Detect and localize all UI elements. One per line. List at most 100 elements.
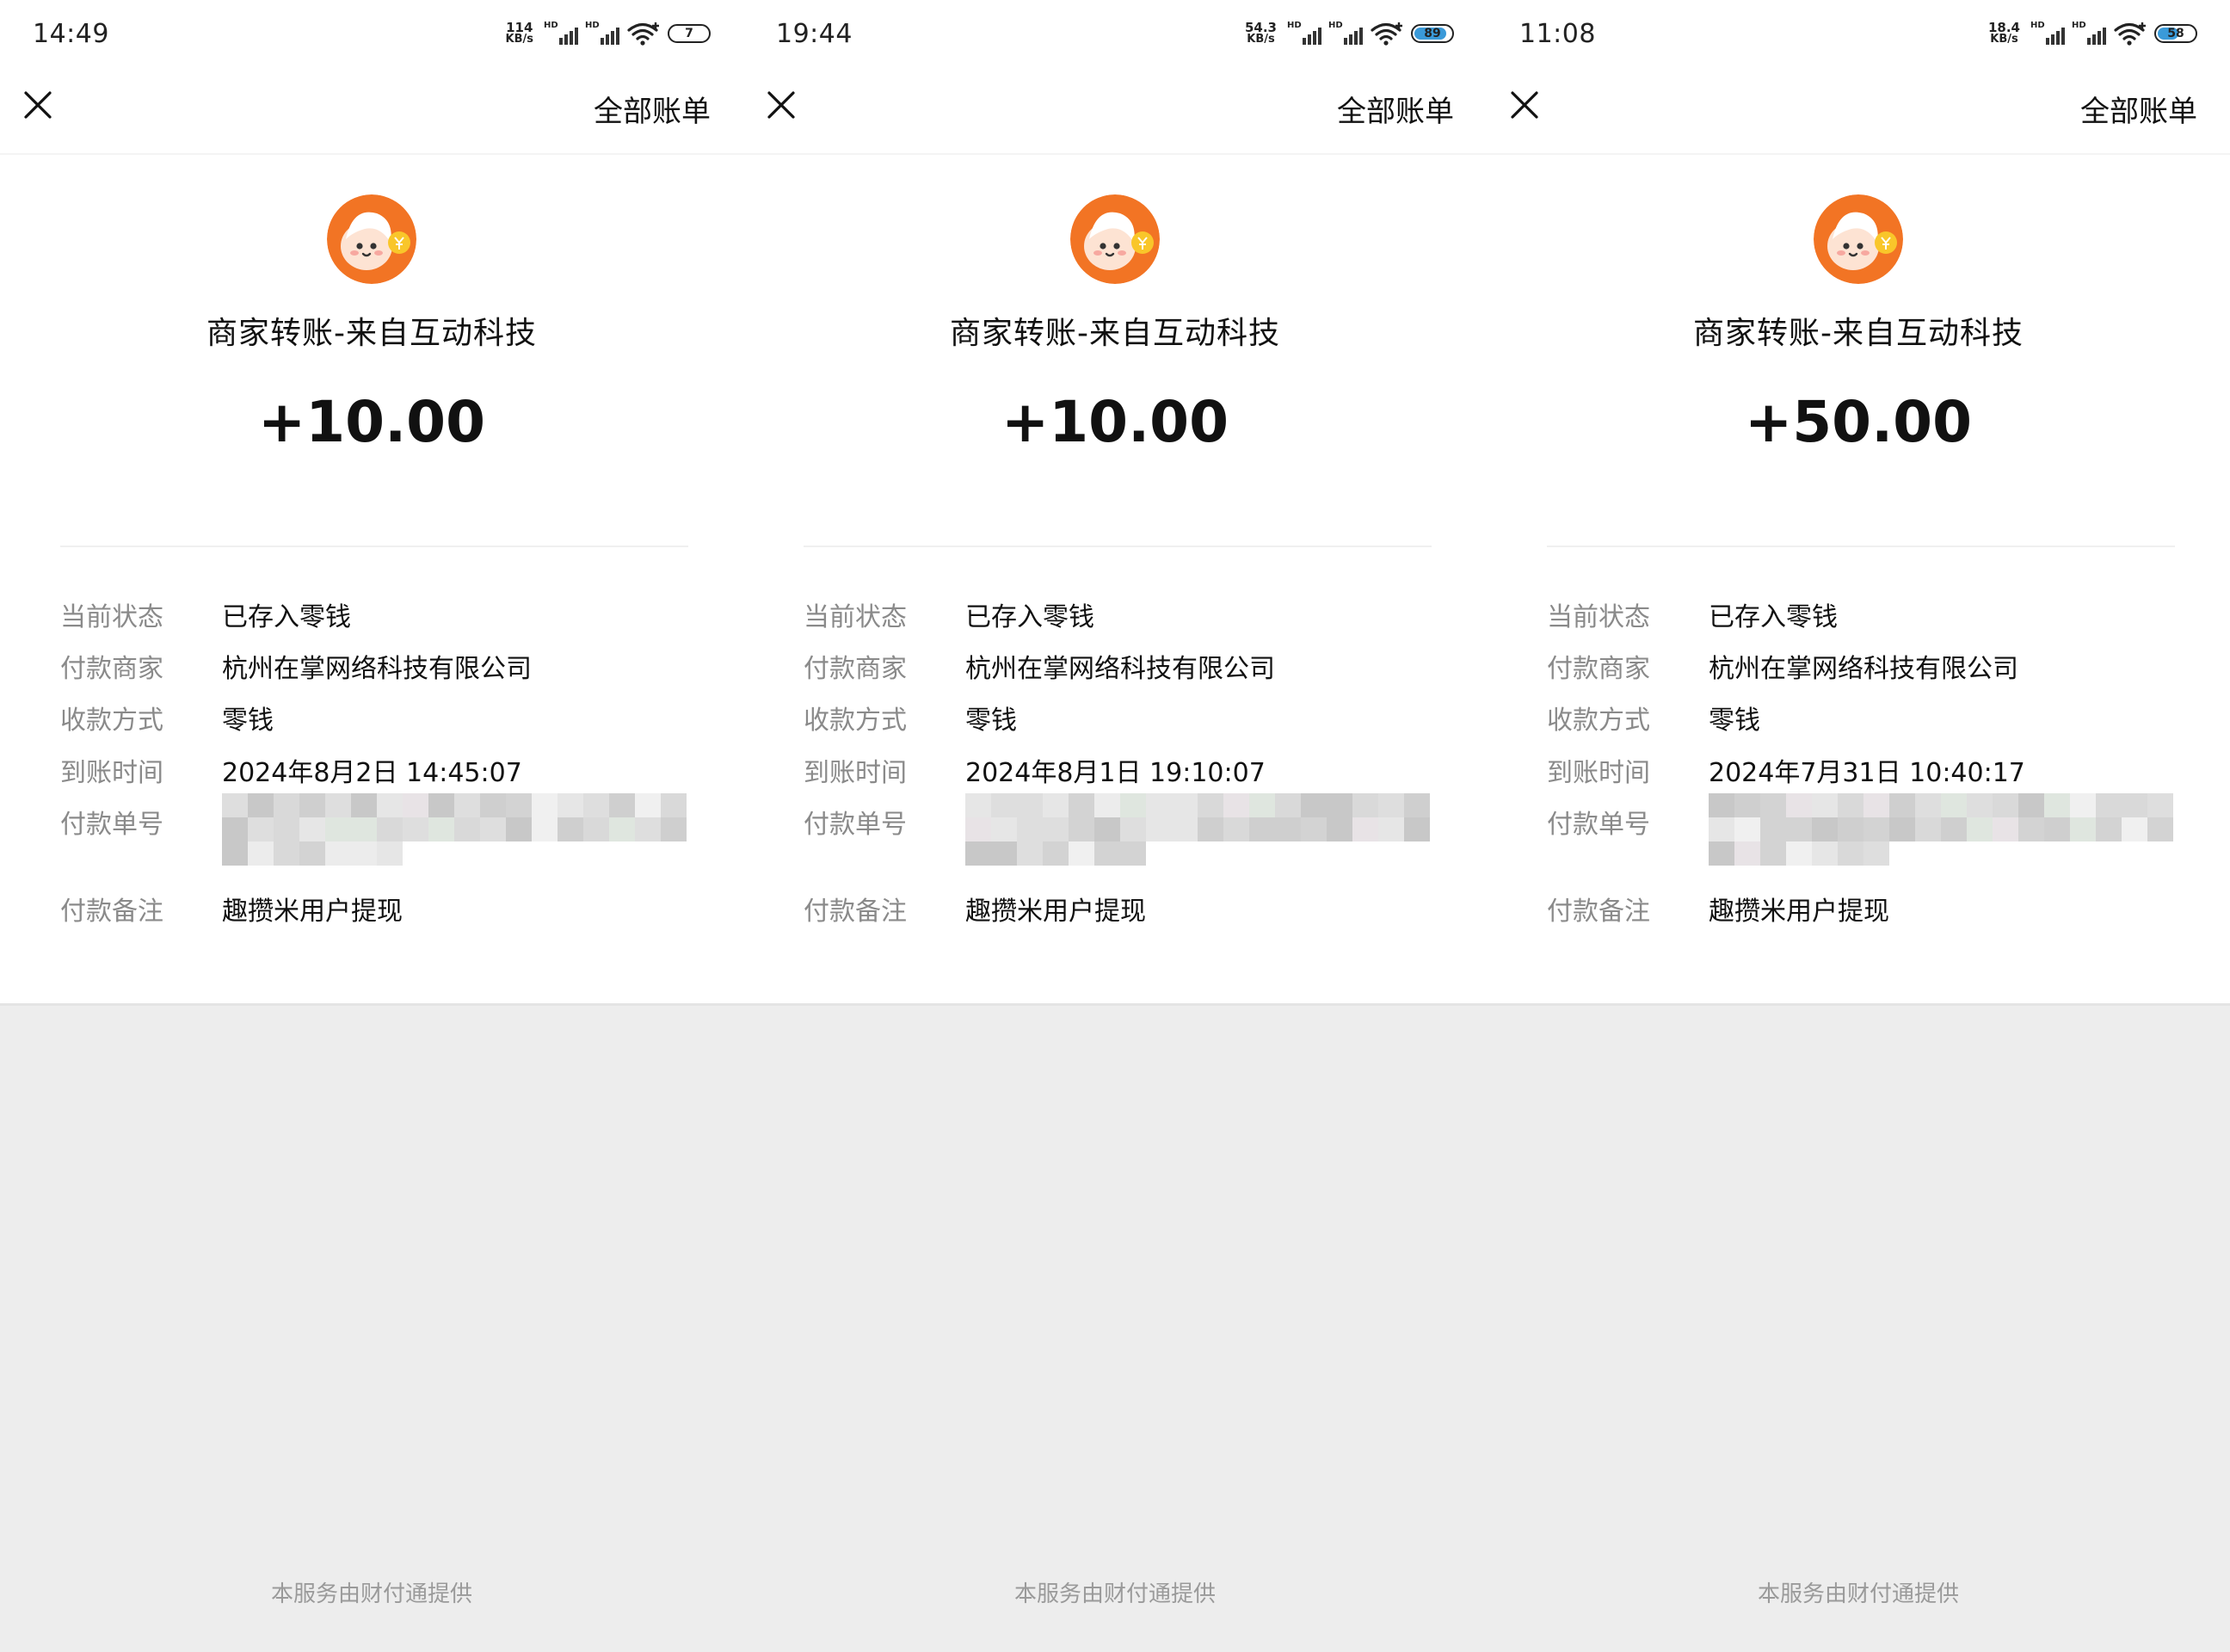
redaction-pixel	[377, 841, 403, 866]
detail-label: 付款备注	[1547, 897, 1650, 927]
redaction-pixel	[2096, 817, 2122, 841]
redaction-pixel	[377, 817, 403, 841]
redaction-pixel	[532, 817, 558, 841]
detail-value[interactable]: 杭州在掌网络科技有限公司	[222, 647, 532, 685]
redaction-pixel	[454, 793, 480, 817]
redaction-pixel	[1734, 817, 1760, 841]
redaction-pixel	[1993, 817, 2018, 841]
status-icons: 114 KB/s HD HD 7	[506, 19, 711, 48]
redaction-pixel	[1786, 841, 1812, 866]
redaction-pixel	[1941, 817, 1967, 841]
redaction-pixel	[1120, 793, 1146, 817]
redaction-pixel	[1120, 841, 1146, 866]
detail-row-method: 收款方式 零钱	[1487, 699, 2230, 742]
network-speed: 54.3 KB/s	[1245, 22, 1277, 46]
detail-row-method: 收款方式 零钱	[0, 699, 743, 742]
detail-label: 付款单号	[1547, 810, 1650, 840]
signal-hd-2-icon: HD	[1328, 21, 1363, 46]
status-bar: 11:08 18.4 KB/s HD HD 58	[1487, 0, 2230, 67]
redaction-pixel	[351, 841, 377, 866]
redaction-pixel	[274, 841, 299, 866]
battery-icon: 58	[2154, 24, 2197, 43]
redaction-pixel	[991, 817, 1017, 841]
redaction-pixel	[1043, 817, 1069, 841]
battery-level: 89	[1424, 27, 1441, 40]
wifi-icon	[627, 22, 659, 46]
close-button[interactable]	[22, 89, 53, 120]
section-divider	[60, 546, 688, 547]
redaction-pixel	[1760, 841, 1786, 866]
redaction-pixel	[2018, 817, 2044, 841]
order-number-redacted[interactable]	[965, 793, 1437, 867]
redaction-pixel	[1301, 793, 1327, 817]
detail-label: 付款商家	[804, 654, 907, 684]
redaction-pixel	[325, 841, 351, 866]
signal-hd-1-icon: HD	[1287, 21, 1321, 46]
order-number-redacted[interactable]	[1709, 793, 2180, 867]
signal-hd-2-icon: HD	[2072, 21, 2106, 46]
redaction-pixel	[2070, 817, 2096, 841]
card-bottom-edge	[1487, 1003, 2230, 1006]
redaction-pixel	[1709, 793, 1734, 817]
page-title[interactable]: 全部账单	[1337, 88, 1454, 130]
detail-row-merchant: 付款商家 杭州在掌网络科技有限公司	[0, 647, 743, 690]
close-button[interactable]	[1509, 89, 1540, 120]
redaction-pixel	[583, 793, 609, 817]
page-title[interactable]: 全部账单	[594, 88, 711, 130]
redaction-pixel	[1069, 841, 1094, 866]
detail-value: 零钱	[222, 706, 274, 736]
detail-label: 到账时间	[60, 758, 163, 788]
redaction-pixel	[1352, 793, 1378, 817]
page-title[interactable]: 全部账单	[2080, 88, 2197, 130]
redaction-pixel	[222, 793, 248, 817]
redaction-pixel	[1838, 841, 1863, 866]
detail-label: 收款方式	[1547, 706, 1650, 736]
detail-value: 已存入零钱	[1709, 602, 1838, 632]
redaction-pixel	[248, 793, 274, 817]
detail-value: 2024年8月2日 14:45:07	[222, 758, 522, 788]
detail-label: 当前状态	[804, 602, 907, 632]
close-button[interactable]	[766, 89, 797, 120]
redaction-pixel	[1275, 817, 1301, 841]
detail-row-merchant: 付款商家 杭州在掌网络科技有限公司	[1487, 647, 2230, 690]
network-speed: 114 KB/s	[506, 22, 533, 46]
redaction-pixel	[1734, 793, 1760, 817]
detail-value: 2024年8月1日 19:10:07	[965, 758, 1266, 788]
redaction-pixel	[1863, 841, 1889, 866]
redaction-pixel	[2044, 817, 2070, 841]
redaction-pixel	[325, 793, 351, 817]
redaction-pixel	[1223, 817, 1249, 841]
merchant-avatar	[1814, 194, 1903, 284]
redaction-pixel	[1275, 793, 1301, 817]
redaction-pixel	[1786, 817, 1812, 841]
redaction-pixel	[1967, 817, 1993, 841]
redaction-pixel	[558, 817, 583, 841]
redaction-pixel	[558, 793, 583, 817]
detail-label: 收款方式	[60, 706, 163, 736]
redaction-pixel	[965, 793, 991, 817]
signal-hd-2-icon: HD	[585, 21, 619, 46]
redaction-pixel	[1941, 793, 1967, 817]
redaction-pixel	[1146, 817, 1172, 841]
service-provider-note: 本服务由财付通提供	[270, 1581, 472, 1607]
title-divider	[1487, 153, 2230, 155]
redaction-pixel	[1838, 817, 1863, 841]
detail-row-merchant: 付款商家 杭州在掌网络科技有限公司	[743, 647, 1487, 690]
detail-value[interactable]: 杭州在掌网络科技有限公司	[1709, 647, 2018, 685]
redaction-pixel	[2070, 793, 2096, 817]
redaction-pixel	[299, 841, 325, 866]
screenshot-collage: 14:49 114 KB/s HD HD 7 全部账单 商家转账-来自互动科技 …	[0, 0, 2230, 1652]
redaction-pixel	[1120, 817, 1146, 841]
redaction-pixel	[506, 817, 532, 841]
signal-hd-1-icon: HD	[2030, 21, 2065, 46]
order-number-redacted[interactable]	[222, 793, 693, 867]
redaction-pixel	[635, 793, 661, 817]
redaction-pixel	[965, 841, 991, 866]
redaction-pixel	[428, 793, 454, 817]
redaction-pixel	[1404, 817, 1430, 841]
redaction-pixel	[1760, 817, 1786, 841]
redaction-pixel	[1043, 841, 1069, 866]
redaction-pixel	[1889, 793, 1915, 817]
detail-row-status: 当前状态 已存入零钱	[1487, 595, 2230, 638]
detail-value[interactable]: 杭州在掌网络科技有限公司	[965, 647, 1275, 685]
